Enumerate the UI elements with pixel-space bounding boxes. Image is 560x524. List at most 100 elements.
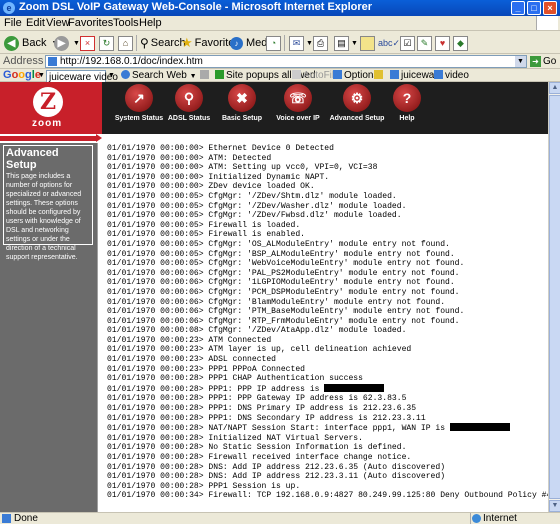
related-button[interactable]: ◆ — [453, 34, 468, 52]
print-icon: ⎙ — [313, 35, 328, 51]
home-button[interactable]: ⌂ — [118, 34, 133, 52]
sidebar-info-box: Advanced Setup This page includes a numb… — [3, 145, 93, 261]
minimize-button[interactable]: _ — [511, 1, 525, 15]
log-line: 01/01/1970 00:00:28> DNS: Add IP address… — [107, 462, 446, 472]
forward-button[interactable]: ▶ ▼ — [54, 34, 80, 52]
menu-bar: File Edit View Favorites Tools Help — [0, 16, 560, 31]
menu-edit[interactable]: Edit — [26, 17, 45, 29]
back-button[interactable]: ◀ Back ▼ — [4, 34, 58, 52]
highlighter-icon — [374, 70, 383, 79]
chevron-down-icon[interactable]: ▼ — [38, 69, 45, 82]
term-icon — [434, 70, 443, 79]
close-button[interactable]: × — [543, 1, 557, 15]
address-input[interactable]: http://192.168.0.1/doc/index.htm ▼ — [45, 55, 527, 68]
highlight-button[interactable] — [374, 69, 385, 82]
search-button[interactable]: ⚲ Search — [140, 34, 186, 52]
popup-blocker-icon — [215, 70, 224, 79]
log-line: 01/01/1970 00:00:34> Firewall: TCP 192.1… — [107, 491, 552, 501]
term2-label: video — [445, 70, 469, 81]
pagerank-button[interactable] — [200, 69, 211, 82]
toolbar: ◀ Back ▼ ▶ ▼ × ↻ ⌂ ⚲ Search ★ Favorites … — [0, 32, 560, 54]
mail-button[interactable]: ✉ ▼ — [289, 34, 313, 52]
refresh-button[interactable]: ↻ — [99, 34, 114, 52]
log-line: 01/01/1970 00:00:06> CfgMgr: 'RTP_FrmMod… — [107, 316, 460, 326]
forward-arrow-icon: ▶ — [54, 35, 69, 51]
nav-label: Help — [399, 115, 415, 122]
log-line: 01/01/1970 00:00:28> Firewall received i… — [107, 453, 412, 462]
menu-favorites[interactable]: Favorites — [68, 17, 113, 29]
scroll-thumb[interactable] — [549, 95, 560, 499]
maximize-button[interactable]: □ — [527, 1, 541, 15]
log-line: 01/01/1970 00:00:23> PPP1 PPPoA Connecte… — [107, 364, 305, 374]
chevron-down-icon: ▼ — [351, 39, 358, 47]
window-title: Zoom DSL VoIP Gateway Web-Console - Micr… — [19, 1, 373, 13]
menu-file[interactable]: File — [4, 17, 22, 29]
phone-icon: ☏ — [284, 84, 312, 112]
magnifier-icon: ⚲ — [175, 84, 203, 112]
log-line: 01/01/1970 00:00:23> ATM layer is up, ce… — [107, 345, 412, 355]
chevron-down-icon[interactable]: ▼ — [108, 69, 115, 82]
chevron-down-icon: ▼ — [306, 39, 313, 47]
log-line: 01/01/1970 00:00:00> ATM: Detected — [107, 153, 272, 163]
scroll-up-icon[interactable]: ▲ — [549, 82, 560, 94]
edit-button[interactable]: ▤ ▼ — [334, 34, 358, 52]
autofill-button[interactable]: AutoFill — [292, 69, 336, 82]
log-line: 01/01/1970 00:00:00> ATM: Setting up vcc… — [107, 163, 378, 173]
toolbar-separator — [136, 35, 137, 51]
star-icon: ★ — [181, 35, 193, 50]
search-web-button[interactable]: Search Web ▼ — [121, 69, 197, 82]
nav-voip[interactable]: ☏ Voice over IP — [268, 84, 328, 132]
sidebar-description: This page includes a number of options f… — [6, 173, 82, 261]
research-button[interactable]: ✎ — [417, 34, 432, 52]
toolbar-separator — [284, 35, 285, 51]
sidebar-title: Advanced Setup — [6, 147, 59, 171]
log-line: 01/01/1970 00:00:28> DNS: Add IP address… — [107, 472, 446, 482]
log-line: 01/01/1970 00:00:28> NAT/NAPT Session St… — [107, 423, 551, 434]
stop-button[interactable]: × — [80, 34, 95, 52]
menu-view[interactable]: View — [46, 17, 70, 29]
scroll-down-icon[interactable]: ▼ — [549, 500, 560, 512]
search-term-video[interactable]: video — [434, 69, 469, 82]
google-toolbar: Google ▼ juiceware video ▼ Search Web ▼ … — [0, 69, 560, 83]
menu-tools[interactable]: Tools — [113, 17, 139, 29]
log-line: 01/01/1970 00:00:05> Firewall is enabled… — [107, 230, 305, 240]
spellcheck-button[interactable]: abc✓ — [378, 34, 400, 52]
question-icon: ? — [393, 84, 421, 112]
nav-adsl-status[interactable]: ⚲ ADSL Status — [159, 84, 219, 132]
security-zone: Internet — [470, 513, 517, 524]
messenger-button[interactable]: ☑ — [400, 34, 415, 52]
log-line: 01/01/1970 00:00:28> PPP1 Session is up. — [107, 481, 301, 491]
history-button[interactable]: ◔ — [266, 34, 281, 52]
log-line: 01/01/1970 00:00:05> CfgMgr: '/ZDev/Shtm… — [107, 191, 397, 201]
google-logo[interactable]: Google — [3, 69, 41, 82]
nav-label: Basic Setup — [221, 115, 263, 122]
mail-icon: ✉ — [289, 35, 304, 51]
media-icon: ♪ — [230, 36, 243, 50]
print-button[interactable]: ⎙ — [313, 34, 328, 52]
go-button[interactable]: ➜ Go — [530, 55, 558, 68]
ie-logo-icon: e — [3, 2, 15, 14]
zoom-wordmark: zoom — [32, 118, 63, 129]
nav-basic-setup[interactable]: ✖ Basic Setup — [212, 84, 272, 132]
options-button[interactable]: Options — [333, 69, 378, 82]
address-label: Address — [3, 55, 44, 67]
chevron-down-icon: ▼ — [73, 39, 80, 47]
notes-button[interactable] — [360, 34, 375, 52]
log-line: 01/01/1970 00:00:06> CfgMgr: 'PTM_BaseMo… — [107, 307, 465, 317]
history-icon: ◔ — [266, 35, 281, 51]
log-line: 01/01/1970 00:00:28> PPP1: DNS Primary I… — [107, 404, 417, 414]
section-rule — [0, 134, 548, 143]
refresh-icon: ↻ — [99, 35, 114, 51]
sidebar: Advanced Setup This page includes a numb… — [0, 143, 97, 512]
chevron-down-icon: ▼ — [189, 73, 197, 80]
menu-help[interactable]: Help — [139, 17, 162, 29]
vertical-scrollbar[interactable]: ▲ ▼ — [548, 82, 560, 512]
checkbox-icon: ☑ — [400, 35, 415, 51]
discuss-button[interactable]: ♥ — [435, 34, 450, 52]
edit-page-icon: ▤ — [334, 35, 349, 51]
nav-help[interactable]: ? Help — [377, 84, 437, 132]
system-log: 01/01/1970 00:00:00> Ethernet Device 0 D… — [107, 144, 551, 501]
log-line: 01/01/1970 00:00:05> CfgMgr: '/ZDev/Fwbs… — [107, 211, 402, 221]
chevron-down-icon[interactable]: ▼ — [515, 56, 526, 67]
status-icon: ↗ — [125, 84, 153, 112]
